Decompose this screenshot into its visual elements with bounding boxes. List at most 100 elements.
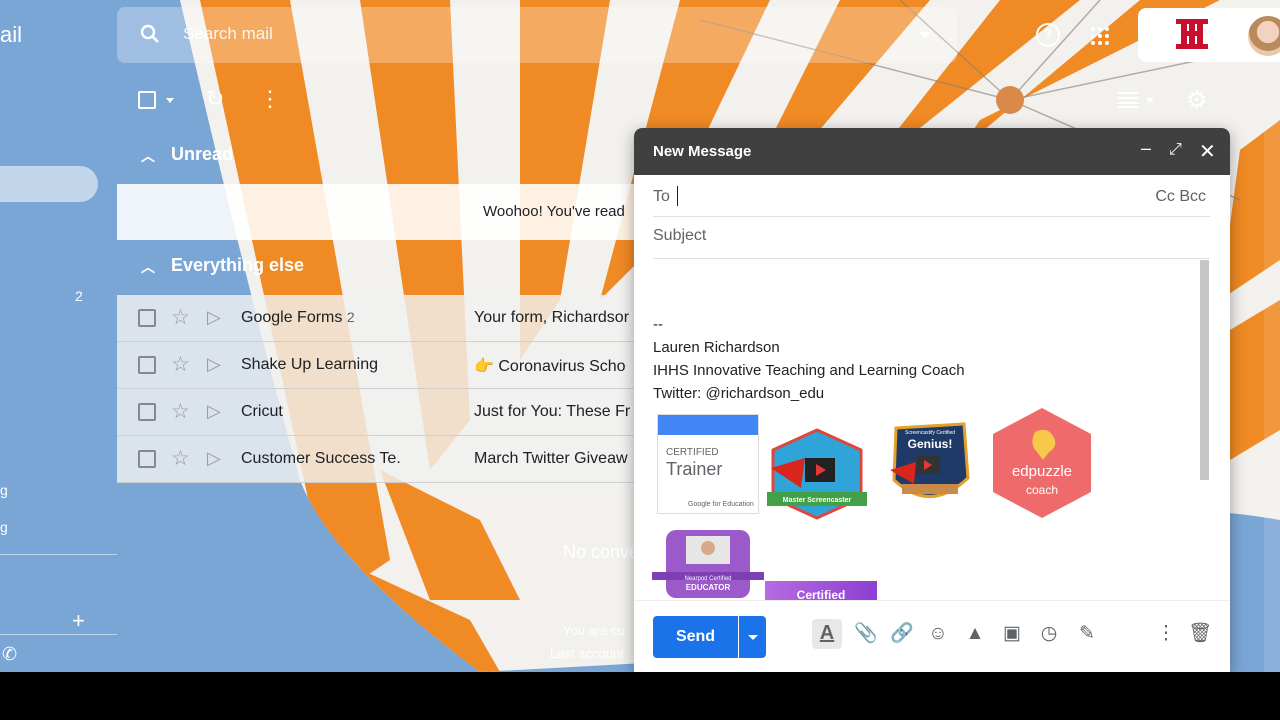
more-vert-icon[interactable]: ⋮ xyxy=(259,86,281,112)
gmail-logo-fragment[interactable]: ail xyxy=(0,22,22,48)
add-icon[interactable]: + xyxy=(72,608,85,634)
school-logo-icon[interactable] xyxy=(1174,17,1210,51)
footer-activity-text[interactable]: Last account xyxy=(550,646,624,661)
signature-name: Lauren Richardson xyxy=(653,339,780,356)
email-subject: Your form, Richardsor xyxy=(474,309,630,326)
confidential-mode-icon[interactable]: ◷ xyxy=(1038,623,1060,645)
full-screen-icon[interactable]: ⤢ xyxy=(1169,141,1182,159)
thread-count: 2 xyxy=(346,309,355,325)
chevron-up-icon[interactable]: ︿ xyxy=(141,257,155,277)
section-unread[interactable]: ︿ Unread xyxy=(117,134,637,178)
footer-storage-text: You are cu xyxy=(563,623,625,638)
section-label: Everything else xyxy=(171,255,305,275)
text-cursor xyxy=(677,186,678,206)
important-marker-icon[interactable]: ▷ xyxy=(207,354,221,375)
important-marker-icon[interactable]: ▷ xyxy=(207,307,221,328)
table-row[interactable]: ☆ ▷ Shake Up Learning 👉 Coronavirus Scho xyxy=(117,342,637,389)
compose-title: New Message xyxy=(653,143,752,160)
apps-grid-icon[interactable] xyxy=(1090,26,1110,46)
email-subject: March Twitter Giveaw xyxy=(474,450,628,467)
signature-separator: -- xyxy=(653,316,663,333)
row-checkbox[interactable] xyxy=(138,403,156,421)
cc-bcc-link[interactable]: Cc Bcc xyxy=(1155,188,1206,206)
insert-photo-icon[interactable]: ▣ xyxy=(1001,623,1023,645)
compose-toolbar: Send A 📎 🔗 ☺ ▲ ▣ ◷ ✎ ⋮ 🗑 xyxy=(634,600,1230,672)
message-body[interactable]: -- Lauren Richardson IHHS Innovative Tea… xyxy=(653,313,1193,405)
table-row[interactable]: ☆ ▷ Cricut Just for You: These Fr xyxy=(117,389,637,436)
email-sender: Google Forms 2 xyxy=(241,309,355,326)
email-subject: Just for You: These Fr xyxy=(474,403,631,420)
minimize-icon[interactable]: – xyxy=(1141,138,1151,159)
settings-gear-icon[interactable]: ⚙ xyxy=(1186,86,1208,115)
help-icon[interactable]: ? xyxy=(1036,23,1060,47)
unread-empty-row: Woohoo! You've read xyxy=(117,184,637,240)
video-letterbox-bar xyxy=(0,672,1280,720)
compose-scrollbar[interactable] xyxy=(1200,260,1209,480)
search-icon[interactable] xyxy=(140,24,160,44)
signature-pen-icon[interactable]: ✎ xyxy=(1076,623,1098,645)
side-panel-rail xyxy=(1264,70,1280,672)
sidebar-count: 2 xyxy=(75,288,83,304)
section-everything-else[interactable]: ︿ Everything else xyxy=(117,245,637,289)
discard-draft-icon[interactable]: 🗑 xyxy=(1188,623,1212,645)
edpuzzle-badge-text: edpuzzle xyxy=(1012,463,1072,480)
star-icon[interactable]: ☆ xyxy=(171,399,190,424)
chevron-up-icon[interactable]: ︿ xyxy=(141,146,155,166)
row-checkbox[interactable] xyxy=(138,309,156,327)
email-sender: Customer Success Te. xyxy=(241,450,401,467)
no-conversations-text: No conve xyxy=(563,542,640,562)
email-sender: Shake Up Learning xyxy=(241,356,378,373)
density-caret-icon[interactable] xyxy=(1146,98,1154,103)
send-button[interactable]: Send xyxy=(653,616,738,658)
insert-emoji-icon[interactable]: ☺ xyxy=(927,623,949,645)
star-icon[interactable]: ☆ xyxy=(171,305,190,330)
row-checkbox[interactable] xyxy=(138,356,156,374)
refresh-icon[interactable]: ↻ xyxy=(206,86,224,112)
search-options-caret-icon[interactable] xyxy=(919,32,931,38)
email-sender: Cricut xyxy=(241,403,283,420)
row-checkbox[interactable] xyxy=(138,450,156,468)
nearpod-badge-text: EDUCATOR xyxy=(686,583,731,592)
compose-header[interactable]: New Message – ⤢ ✕ xyxy=(634,128,1230,175)
table-row[interactable]: ☆ ▷ Google Forms 2 Your form, Richardsor xyxy=(117,295,637,342)
search-input[interactable] xyxy=(183,24,783,44)
phone-icon[interactable]: ✆ xyxy=(2,644,17,665)
formatting-options-icon[interactable]: A xyxy=(812,619,842,649)
sidebar-active-item[interactable] xyxy=(0,166,98,202)
screencastify-genius-badge: Screencastify Certified Genius! xyxy=(890,422,970,498)
table-row[interactable]: ☆ ▷ Customer Success Te. March Twitter G… xyxy=(117,436,637,483)
screencaster-badge-text: Master Screencaster xyxy=(783,497,852,504)
important-marker-icon[interactable]: ▷ xyxy=(207,401,221,422)
star-icon[interactable]: ☆ xyxy=(171,352,190,377)
sidebar-label-fragment[interactable]: g xyxy=(0,482,8,498)
insert-link-icon[interactable]: 🔗 xyxy=(890,623,914,645)
sidebar-divider xyxy=(0,634,117,635)
star-icon[interactable]: ☆ xyxy=(171,446,190,471)
more-options-icon[interactable]: ⋮ xyxy=(1155,623,1177,645)
subject-field[interactable] xyxy=(653,217,1210,259)
subject-input[interactable] xyxy=(653,227,1193,245)
nearpod-certified-educator-badge: Nearpod Certified EDUCATOR xyxy=(652,530,764,598)
to-field[interactable]: To Cc Bcc xyxy=(653,175,1210,217)
nearpod-badge-top-text: Nearpod Certified xyxy=(684,576,731,582)
genius-badge-top-text: Screencastify Certified xyxy=(905,430,955,436)
select-all-checkbox[interactable] xyxy=(138,91,156,109)
edpuzzle-coach-badge: edpuzzle coach xyxy=(993,408,1091,518)
master-screencaster-badge: Master Screencaster xyxy=(767,428,867,520)
avatar[interactable] xyxy=(1248,16,1280,56)
select-caret-icon[interactable] xyxy=(166,98,174,103)
genius-badge-text: Genius! xyxy=(908,437,953,451)
important-marker-icon[interactable]: ▷ xyxy=(207,448,221,469)
attach-file-icon[interactable]: 📎 xyxy=(854,623,878,645)
compose-window[interactable]: New Message – ⤢ ✕ To Cc Bcc -- Lauren Ri… xyxy=(634,128,1230,672)
unread-empty-message: Woohoo! You've read xyxy=(483,203,625,220)
edpuzzle-badge-subtext: coach xyxy=(1026,483,1058,497)
sidebar-label-fragment[interactable]: g xyxy=(0,519,8,535)
google-drive-icon[interactable]: ▲ xyxy=(964,623,986,645)
schedule-send-dropdown[interactable] xyxy=(739,616,766,658)
signature-twitter: Twitter: @richardson_edu xyxy=(653,385,825,402)
display-density-icon[interactable] xyxy=(1118,92,1138,108)
gmail-background: ail 2 g g + ✆ ? ↻ ⋮ ⚙ ︿ Unread Wooh xyxy=(0,0,1280,672)
close-icon[interactable]: ✕ xyxy=(1199,139,1216,164)
email-subject: 👉 Coronavirus Scho xyxy=(474,358,626,375)
